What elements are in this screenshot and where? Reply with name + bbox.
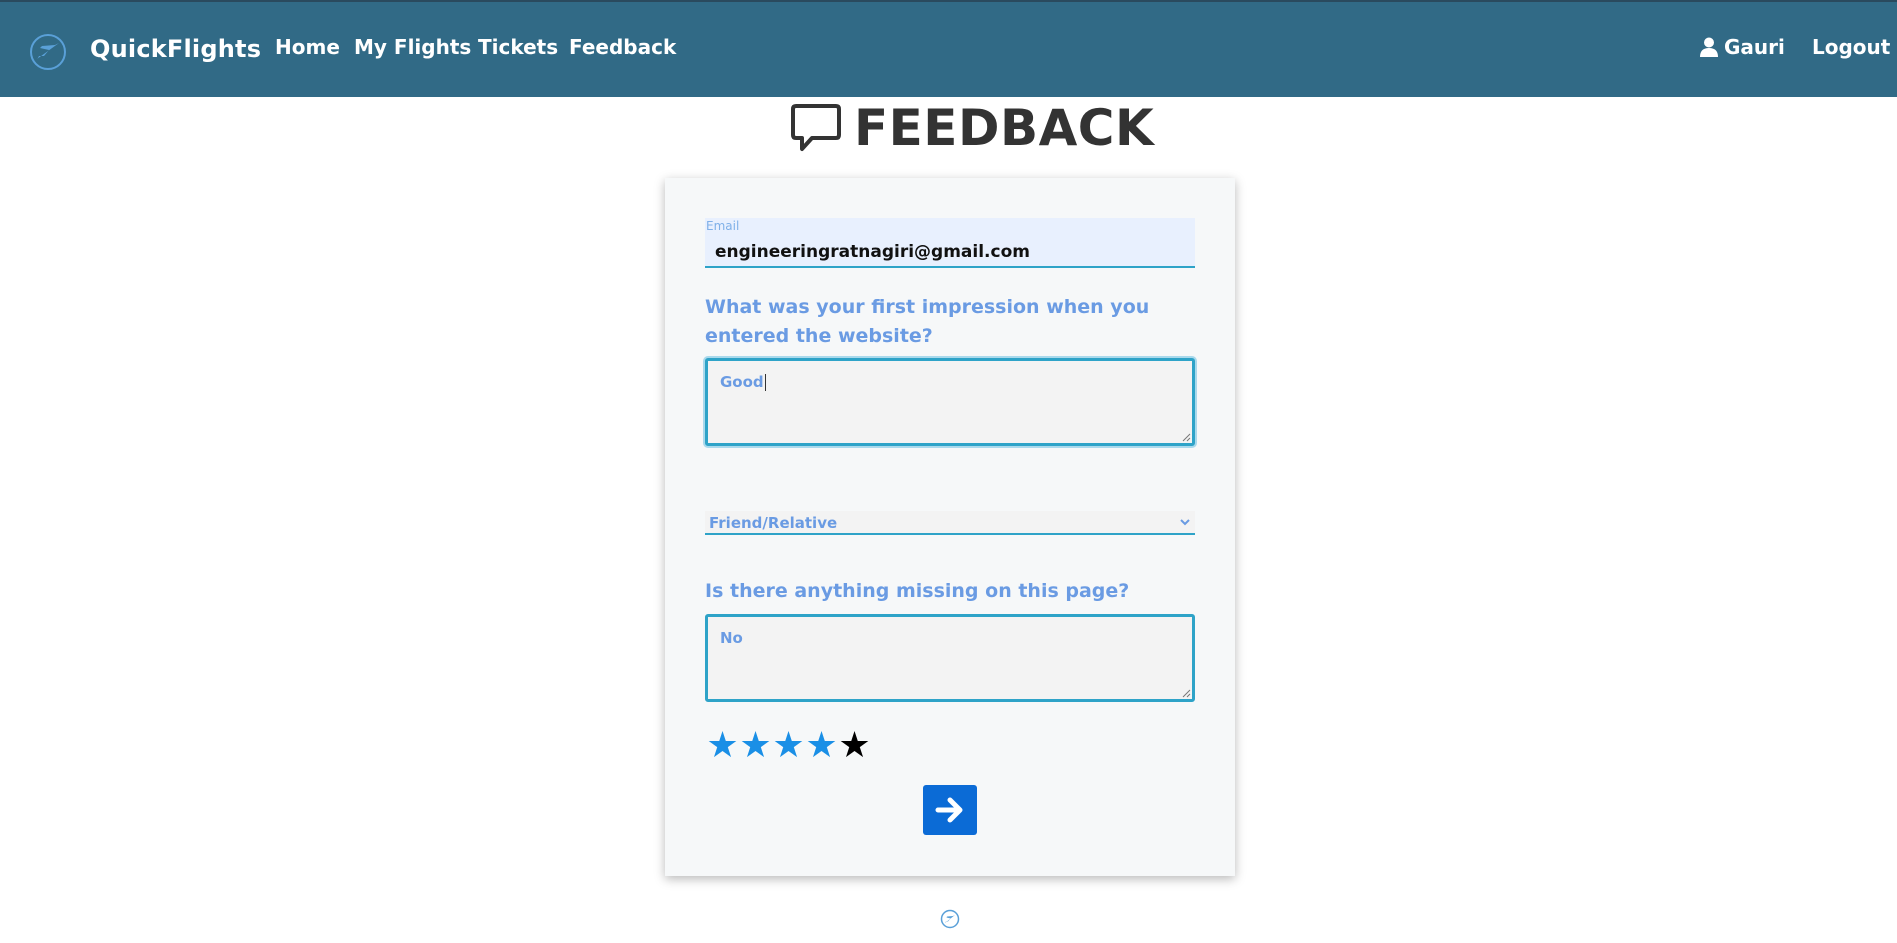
page-title-text: FEEDBACK (854, 99, 1155, 157)
nav-tickets[interactable]: Tickets (478, 35, 558, 59)
user-icon (1700, 37, 1718, 57)
missing-value: No (720, 629, 743, 647)
star-icon[interactable]: ★ (838, 726, 871, 766)
resize-handle-icon[interactable] (1182, 433, 1191, 442)
chat-bubble-icon (791, 104, 841, 151)
star-icon[interactable]: ★ (739, 726, 772, 766)
star-icon[interactable]: ★ (706, 726, 739, 766)
first-impression-value: Good (720, 373, 764, 391)
nav-home[interactable]: Home (275, 35, 340, 59)
missing-textarea[interactable]: No (705, 614, 1195, 702)
arrow-right-icon (935, 797, 963, 823)
brand-name[interactable]: QuickFlights (90, 35, 261, 63)
submit-button[interactable] (923, 785, 977, 835)
user-name: Gauri (1724, 35, 1785, 59)
nav-feedback[interactable]: Feedback (569, 35, 676, 59)
page-title: FEEDBACK (790, 99, 1155, 157)
email-field[interactable]: Email engineeringratnagiri@gmail.com (705, 218, 1195, 268)
star-rating[interactable]: ★ ★ ★ ★ ★ (706, 726, 871, 766)
plane-logo-icon[interactable] (28, 32, 68, 72)
email-value[interactable]: engineeringratnagiri@gmail.com (715, 242, 1030, 262)
user-menu[interactable]: Gauri (1700, 35, 1785, 59)
star-icon[interactable]: ★ (805, 726, 838, 766)
feedback-form-card: Email engineeringratnagiri@gmail.com Wha… (665, 178, 1235, 876)
resize-handle-icon[interactable] (1182, 689, 1191, 698)
text-cursor (764, 374, 766, 391)
referral-source-value: Friend/Relative (709, 514, 838, 532)
question-missing: Is there anything missing on this page? (705, 580, 1130, 602)
nav-my-flights[interactable]: My Flights (354, 35, 471, 59)
email-label: Email (706, 219, 740, 233)
logout-link[interactable]: Logout (1812, 35, 1890, 59)
first-impression-textarea[interactable]: Good (705, 358, 1195, 446)
chevron-down-icon (1180, 519, 1190, 526)
question-first-impression: What was your first impression when you … (705, 296, 1150, 347)
navbar: QuickFlights Home My Flights Tickets Fee… (0, 0, 1897, 97)
referral-source-select[interactable]: Friend/Relative (705, 511, 1195, 535)
star-icon[interactable]: ★ (772, 726, 805, 766)
plane-logo-icon (940, 909, 960, 929)
